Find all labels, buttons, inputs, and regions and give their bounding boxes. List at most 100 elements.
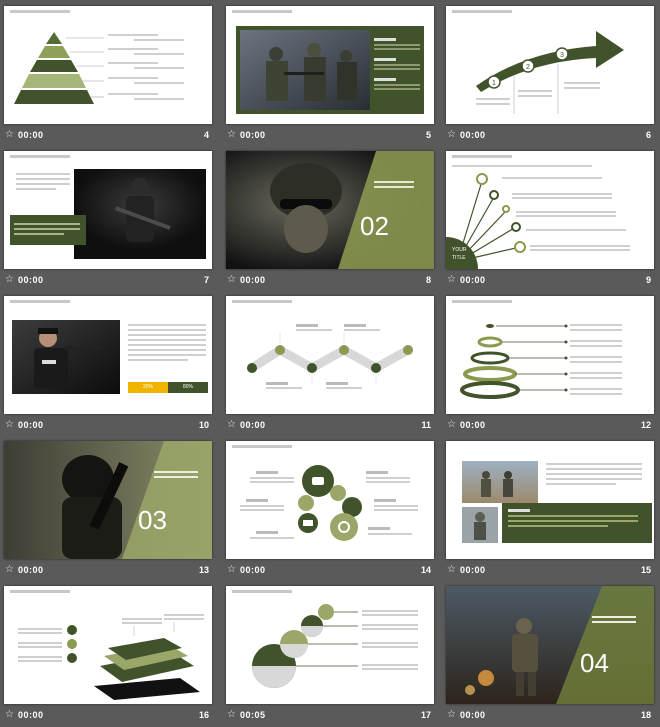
star-icon: ☆ (447, 709, 456, 720)
layers-graphic (18, 614, 204, 700)
photos-graphic (462, 461, 652, 543)
arrow-graphic: 1 2 3 (476, 31, 624, 114)
step-number: 2 (526, 64, 530, 71)
slide-number: 4 (203, 130, 209, 140)
slide-number: 14 (420, 565, 431, 575)
slide-thumb-11[interactable]: ☆ 00:00 11 (226, 296, 434, 436)
slide-time: 00:00 (460, 565, 486, 575)
slide-canvas: 04 (446, 586, 654, 704)
section-photo (4, 441, 212, 559)
slide-time: 00:00 (460, 420, 486, 430)
title-label: TITLE (452, 255, 466, 261)
slide-thumb-15[interactable]: ☆ 00:00 15 (446, 441, 654, 581)
slide-canvas (4, 6, 212, 124)
slide-thumb-9[interactable]: YOUR TITLE ☆ 00:00 9 (446, 151, 654, 291)
slide-time: 00:00 (460, 130, 486, 140)
slide-canvas (226, 586, 434, 704)
swat-photo (74, 169, 206, 259)
slide-canvas (446, 441, 654, 559)
slide-number: 11 (421, 420, 431, 430)
star-icon: ☆ (5, 129, 14, 140)
text-box (10, 215, 86, 245)
slide-footer: ☆ 00:00 11 (226, 417, 434, 433)
slide-time: 00:00 (460, 710, 486, 720)
slide-time: 00:00 (240, 130, 266, 140)
slide-number: 16 (198, 710, 209, 720)
slide-thumb-14[interactable]: ☆ 00:00 14 (226, 441, 434, 581)
slide-thumb-4[interactable]: ☆ 00:00 4 (4, 6, 212, 146)
slide-canvas (226, 296, 434, 414)
slide-time: 00:00 (18, 565, 44, 575)
section-number: 02 (360, 211, 389, 241)
slide-thumb-5[interactable]: ☆ 00:00 5 (226, 6, 434, 146)
slide-footer: ☆ 00:00 13 (4, 562, 212, 578)
slide-thumb-8[interactable]: 02 ☆ 00:00 8 (226, 151, 434, 291)
slide-number: 15 (640, 565, 651, 575)
slide-time: 00:05 (240, 710, 266, 720)
star-icon: ☆ (447, 274, 456, 285)
star-icon: ☆ (447, 564, 456, 575)
slide-time: 00:00 (18, 275, 44, 285)
slide-number: 6 (645, 130, 651, 140)
slide-canvas: 20% 80% (4, 296, 212, 414)
step-number: 1 (492, 80, 496, 87)
bubbles-graphic (252, 604, 418, 688)
slide-canvas (4, 151, 212, 269)
slide-number: 13 (198, 565, 209, 575)
slide-thumb-12[interactable]: ☆ 00:00 12 (446, 296, 654, 436)
slide-time: 00:00 (18, 710, 44, 720)
slide-footer: ☆ 00:00 12 (446, 417, 654, 433)
slide-canvas: 02 (226, 151, 434, 269)
slide-number: 18 (640, 710, 651, 720)
star-icon: ☆ (5, 419, 14, 430)
step-number: 3 (560, 52, 564, 59)
slide-time: 00:00 (240, 420, 266, 430)
slide-footer: ☆ 00:00 16 (4, 707, 212, 723)
slide-thumb-16[interactable]: ☆ 00:00 16 (4, 586, 212, 726)
slide-number: 9 (645, 275, 651, 285)
section-photo (446, 586, 654, 704)
star-icon: ☆ (227, 564, 236, 575)
slide-thumb-7[interactable]: ☆ 00:00 7 (4, 151, 212, 291)
slide-thumb-17[interactable]: ☆ 00:05 17 (226, 586, 434, 726)
slide-canvas: 1 2 3 (446, 6, 654, 124)
progress-bar-green: 80% (168, 382, 208, 393)
slide-canvas (226, 6, 434, 124)
star-icon: ☆ (227, 419, 236, 430)
slide-time: 00:00 (240, 275, 266, 285)
slide-thumb-18[interactable]: 04 ☆ 00:00 18 (446, 586, 654, 726)
slide-thumb-10[interactable]: 20% 80% ☆ 00:00 10 (4, 296, 212, 436)
slide-number: 8 (425, 275, 431, 285)
slide-footer: ☆ 00:00 9 (446, 272, 654, 288)
star-icon: ☆ (5, 274, 14, 285)
slide-time: 00:00 (460, 275, 486, 285)
slide-canvas: YOUR TITLE (446, 151, 654, 269)
slide-canvas (226, 441, 434, 559)
slide-footer: ☆ 00:00 18 (446, 707, 654, 723)
title-label: YOUR (452, 247, 467, 253)
section-photo (226, 151, 434, 269)
slide-footer: ☆ 00:00 15 (446, 562, 654, 578)
slide-number: 7 (203, 275, 209, 285)
slide-footer: ☆ 00:05 17 (226, 707, 434, 723)
slide-time: 00:00 (18, 420, 44, 430)
slide-time: 00:00 (18, 130, 44, 140)
section-number: 03 (138, 505, 167, 535)
section-number: 04 (580, 648, 609, 678)
slide-canvas (446, 296, 654, 414)
slide-number: 10 (198, 420, 209, 430)
star-icon: ☆ (227, 274, 236, 285)
slide-time: 00:00 (240, 565, 266, 575)
slide-number: 5 (425, 130, 431, 140)
pyramid-graphic (14, 32, 184, 104)
slide-canvas (4, 586, 212, 704)
slide-thumb-13[interactable]: 03 ☆ 00:00 13 (4, 441, 212, 581)
slide-thumb-6[interactable]: 1 2 3 ☆ 00:00 6 (446, 6, 654, 146)
zigzag-timeline (247, 324, 413, 389)
rings-graphic (460, 324, 622, 399)
progress-bar-yellow: 20% (128, 382, 168, 393)
slide-footer: ☆ 00:00 14 (226, 562, 434, 578)
star-icon: ☆ (447, 129, 456, 140)
slide-footer: ☆ 00:00 8 (226, 272, 434, 288)
star-icon: ☆ (5, 709, 14, 720)
